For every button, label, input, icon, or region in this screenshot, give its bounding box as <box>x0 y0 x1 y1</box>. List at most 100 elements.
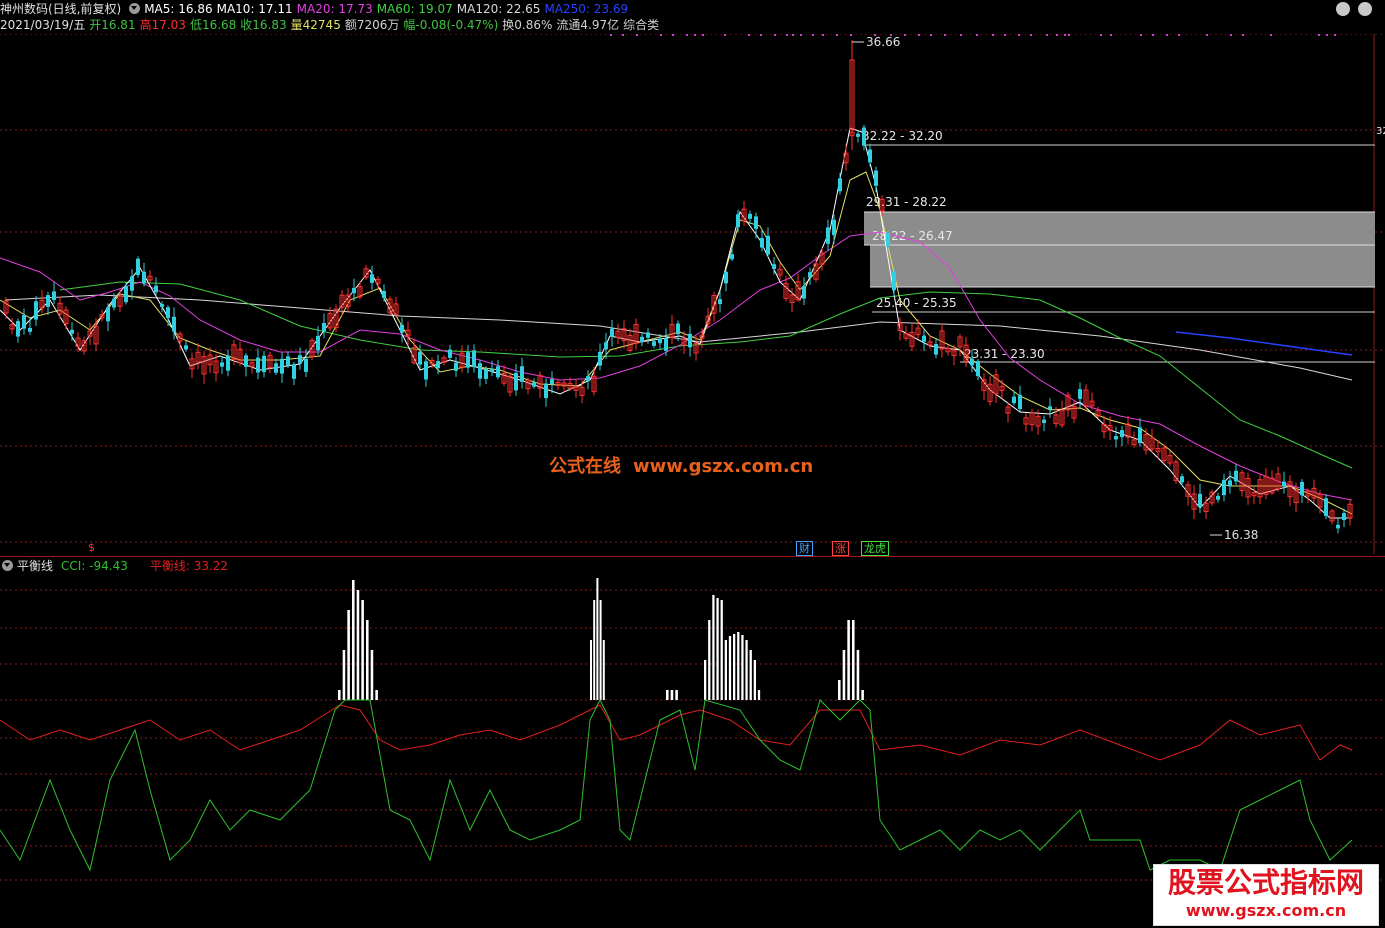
candle-down <box>1048 406 1052 410</box>
candle-down <box>1198 493 1202 508</box>
candle-down <box>400 324 404 333</box>
quote-change: 幅-0.08(-0.47%) <box>403 18 499 32</box>
signal-dot <box>1018 34 1020 36</box>
candle-down <box>832 219 836 236</box>
candle-down <box>970 358 974 366</box>
cci-histogram-bar <box>728 636 732 700</box>
candle-down <box>1228 480 1232 487</box>
candle-down <box>1234 470 1238 482</box>
cci-line <box>0 698 1353 872</box>
candle-down <box>166 307 170 318</box>
sub-indicator-menu-icon[interactable] <box>2 560 13 571</box>
candle-down <box>436 361 440 369</box>
cci-histogram-bar <box>856 650 860 700</box>
signal-dot <box>1030 34 1032 36</box>
signal-dot <box>622 34 624 36</box>
cci-histogram-bar <box>708 620 711 700</box>
sub-chart-title[interactable]: 平衡线 <box>17 559 53 573</box>
candle-down <box>418 351 422 365</box>
cci-histogram-bar <box>741 635 744 700</box>
ma60-label: MA60: 19.07 <box>376 2 453 16</box>
candle-down <box>1018 394 1022 409</box>
low-price-label: 16.38 <box>1224 528 1258 542</box>
candle-down <box>1120 430 1124 437</box>
candle-down <box>52 291 56 301</box>
candle-down <box>1216 495 1220 500</box>
candle-down <box>826 227 830 244</box>
panel-divider[interactable] <box>0 556 1385 557</box>
quote-turnover: 换0.86% <box>502 18 553 32</box>
cci-histogram-bar <box>347 610 350 700</box>
cci-histogram-bar <box>352 580 355 700</box>
candle-down <box>244 355 248 367</box>
candle-down <box>598 351 602 366</box>
stock-name[interactable]: 神州数码(日线,前复权) <box>0 2 121 16</box>
watermark-cn: 公式在线 <box>549 456 621 477</box>
maximize-icon[interactable] <box>1358 2 1372 16</box>
indicator-menu-icon[interactable] <box>129 3 141 14</box>
signal-dot <box>812 34 814 36</box>
signal-dot <box>1270 34 1272 36</box>
signal-dot <box>724 34 726 36</box>
candle-down <box>130 276 134 291</box>
candle-down <box>772 264 776 270</box>
candle-down <box>802 286 806 299</box>
candle-down <box>922 335 926 342</box>
candle-down <box>154 285 158 293</box>
signal-dot <box>904 34 906 36</box>
candle-down <box>664 338 668 351</box>
logo-url: www.gszx.com.cn <box>1185 901 1347 920</box>
cci-histogram-bar <box>370 650 374 700</box>
event-tag-finance[interactable]: 财 <box>796 541 813 556</box>
candle-down <box>304 358 308 372</box>
cci-histogram-bar <box>602 640 605 700</box>
candle-down <box>544 383 548 399</box>
signal-dot <box>836 34 838 36</box>
signal-dot <box>694 34 696 36</box>
quote-sector: 综合类 <box>623 18 660 32</box>
candle-down <box>424 361 428 380</box>
cci-histogram-bar <box>366 620 369 700</box>
dollar-tag[interactable]: $ <box>86 541 97 554</box>
cci-histogram-bar <box>716 598 719 700</box>
cci-histogram-bar <box>590 640 592 700</box>
signal-dot <box>918 34 920 36</box>
candle-down <box>352 287 356 294</box>
candle-down <box>838 178 842 192</box>
candle-down <box>550 379 554 385</box>
cci-histogram-bar <box>675 690 678 700</box>
quote-volume: 量42745 <box>290 18 341 32</box>
minimize-icon[interactable] <box>1336 2 1350 16</box>
candle-down <box>808 272 812 278</box>
cci-histogram-bar <box>852 620 855 700</box>
candle-down <box>874 170 878 186</box>
signal-dot <box>1318 34 1320 36</box>
signal-dot <box>1178 34 1180 36</box>
signal-dot <box>702 34 704 36</box>
candle-down <box>646 332 650 338</box>
candle-down <box>382 290 386 298</box>
cci-value-label: CCI: -94.43 <box>61 559 128 573</box>
event-tag-dragon-tiger[interactable]: 龙虎 <box>861 541 889 556</box>
candle-down <box>226 355 230 371</box>
event-tag-rise[interactable]: 涨 <box>832 541 849 556</box>
candle-down <box>184 345 188 350</box>
signal-dot <box>792 34 794 36</box>
candle-down <box>298 355 302 364</box>
candle-down <box>274 363 278 373</box>
signal-dot <box>1140 34 1142 36</box>
candle-down <box>454 362 458 371</box>
signal-dot <box>774 34 776 36</box>
candle-down <box>280 358 284 374</box>
candle-down <box>286 356 290 366</box>
ma120-label: MA120: 22.65 <box>456 2 541 16</box>
candle-down <box>496 366 500 378</box>
signal-dot <box>850 34 852 36</box>
signal-dot <box>1242 34 1244 36</box>
cci-histogram-bar <box>745 640 748 700</box>
signal-dot <box>1068 34 1070 36</box>
cci-histogram-bar <box>361 600 364 700</box>
candle-down <box>70 329 74 334</box>
signal-dot <box>944 34 946 36</box>
logo-title: 股票公式指标网 <box>1167 866 1364 899</box>
